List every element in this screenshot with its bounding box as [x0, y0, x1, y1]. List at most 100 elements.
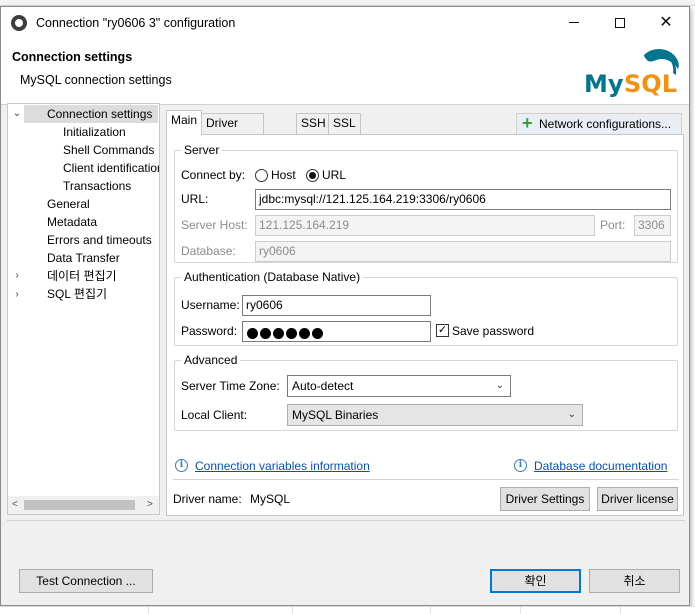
tree-item-data-transfer[interactable]: Data Transfer: [47, 249, 120, 267]
host-radio[interactable]: [255, 169, 268, 182]
driver-name-label: Driver name:: [173, 492, 242, 506]
info-icon: i: [175, 459, 188, 472]
page-subtitle: MySQL connection settings: [20, 73, 172, 87]
ok-button[interactable]: 확인: [490, 569, 581, 593]
main-tab-panel: Server Connect by: Host URL URL: jdbc:my…: [166, 134, 684, 516]
footer-separator: [7, 520, 685, 521]
database-label: Database:: [181, 244, 236, 258]
tree-item-label: Errors and timeouts: [47, 233, 152, 247]
collapsed-chevron-icon[interactable]: ›: [12, 271, 22, 281]
driver-name-value: MySQL: [250, 492, 291, 506]
password-field[interactable]: [242, 321, 431, 342]
username-label: Username:: [181, 298, 240, 312]
maximize-button[interactable]: [597, 7, 643, 39]
test-connection-button[interactable]: Test Connection ...: [19, 569, 153, 593]
url-radio-label[interactable]: URL: [322, 168, 346, 182]
password-mask: [247, 326, 325, 341]
tree-item-sql-editor[interactable]: SQL 편집기: [47, 285, 107, 303]
chevron-down-icon: ⌄: [567, 409, 576, 420]
port-label: Port:: [600, 218, 626, 232]
connection-variables-link[interactable]: Connection variables information: [195, 459, 370, 473]
tree-item-label: Metadata: [47, 215, 98, 229]
chevron-down-icon: ⌄: [495, 380, 504, 391]
database-field: ry0606: [255, 241, 671, 262]
svg-text:SQL: SQL: [624, 70, 677, 98]
tree-horizontal-scrollbar[interactable]: < >: [8, 496, 159, 514]
tree-item-label: SQL 편집기: [47, 287, 108, 301]
tab-ssl[interactable]: SSL: [328, 113, 361, 134]
tree-item-label: Data Transfer: [47, 251, 120, 265]
save-password-label[interactable]: Save password: [452, 324, 534, 338]
collapsed-chevron-icon[interactable]: ›: [12, 290, 22, 300]
close-button[interactable]: ✕: [643, 7, 689, 39]
settings-header: Connection settings MySQL connection set…: [1, 39, 689, 105]
tree-item-label: Shell Commands: [63, 143, 155, 157]
tree-item-initialization[interactable]: Initialization: [63, 123, 126, 141]
server-host-label: Server Host:: [181, 218, 248, 232]
connection-config-dialog: Connection "ry0606 3" configuration ✕ Co…: [0, 6, 690, 606]
plus-icon: +: [522, 113, 533, 133]
port-field: 3306: [634, 215, 671, 236]
tree-item-transactions[interactable]: Transactions: [63, 177, 131, 195]
network-configurations-button[interactable]: + Network configurations...: [516, 113, 682, 135]
tree-item-label: Client identification: [63, 161, 160, 175]
tree-item-label: Transactions: [63, 179, 132, 193]
dbeaver-app-icon: [11, 15, 27, 31]
save-password-checkbox[interactable]: ✓: [436, 324, 449, 337]
window-title: Connection "ry0606 3" configuration: [36, 16, 236, 30]
password-label: Password:: [181, 324, 238, 338]
url-field[interactable]: jdbc:mysql://121.125.164.219:3306/ry0606: [255, 189, 671, 210]
driver-license-button[interactable]: Driver license: [597, 487, 678, 511]
tree-item-shell-commands[interactable]: Shell Commands: [63, 141, 154, 159]
server-host-field: 121.125.164.219: [255, 215, 595, 236]
info-icon: i: [514, 459, 527, 472]
scrollbar-thumb[interactable]: [24, 500, 135, 510]
driver-separator: [173, 479, 679, 480]
driver-settings-button[interactable]: Driver Settings: [500, 487, 590, 511]
local-client-select[interactable]: MySQL Binaries ⌄: [287, 404, 583, 426]
settings-tree: ⌄ Connection settings Initialization She…: [7, 103, 160, 515]
tree-item-errors-timeouts[interactable]: Errors and timeouts: [47, 231, 152, 249]
tree-item-general[interactable]: General: [47, 195, 90, 213]
database-documentation-link[interactable]: Database documentation: [534, 459, 667, 473]
tree-item-label: 데이터 편집기: [47, 269, 117, 283]
host-radio-label[interactable]: Host: [271, 168, 296, 182]
scroll-left-icon[interactable]: <: [12, 499, 18, 510]
username-field[interactable]: ry0606: [242, 295, 431, 316]
mysql-logo: My SQL: [584, 49, 679, 98]
local-client-value: MySQL Binaries: [292, 408, 379, 422]
timezone-value: Auto-detect: [292, 379, 354, 393]
url-radio[interactable]: [306, 169, 319, 182]
close-icon: ✕: [659, 14, 673, 31]
connect-by-label: Connect by:: [181, 168, 246, 182]
url-label: URL:: [181, 192, 209, 206]
page-title: Connection settings: [12, 50, 133, 64]
tree-item-label: General: [47, 197, 90, 211]
title-bar: Connection "ry0606 3" configuration ✕: [1, 7, 689, 39]
mysql-logo-text: My: [584, 70, 624, 98]
local-client-label: Local Client:: [181, 408, 248, 422]
minimize-button[interactable]: [551, 7, 597, 39]
server-timezone-select[interactable]: Auto-detect ⌄: [287, 375, 511, 397]
tree-item-client-identification[interactable]: Client identification: [63, 159, 160, 177]
tree-item-label: Connection settings: [47, 107, 153, 121]
tree-item-metadata[interactable]: Metadata: [47, 213, 97, 231]
tree-item-data-editor[interactable]: 데이터 편집기: [47, 267, 117, 285]
tab-driver-properties[interactable]: Driver properties: [201, 113, 265, 149]
background-app-grid: [0, 606, 695, 614]
tree-item-connection-settings[interactable]: Connection settings: [24, 105, 158, 123]
tab-ssh[interactable]: SSH: [296, 113, 331, 134]
auth-group-legend: Authentication (Database Native): [184, 270, 361, 284]
advanced-group-legend: Advanced: [184, 353, 238, 367]
cancel-button[interactable]: 취소: [589, 569, 680, 593]
maximize-icon: [615, 17, 625, 28]
network-button-label: Network configurations...: [539, 117, 672, 131]
expand-chevron-icon[interactable]: ⌄: [12, 109, 22, 119]
server-timezone-label: Server Time Zone:: [181, 379, 280, 393]
scroll-right-icon[interactable]: >: [147, 499, 153, 510]
tab-main[interactable]: Main: [166, 110, 203, 135]
tree-item-label: Initialization: [63, 125, 126, 139]
server-group-legend: Server: [184, 143, 220, 157]
settings-content: Main Driver properties SSH SSL + Network…: [166, 110, 686, 516]
minimize-icon: [569, 22, 579, 24]
